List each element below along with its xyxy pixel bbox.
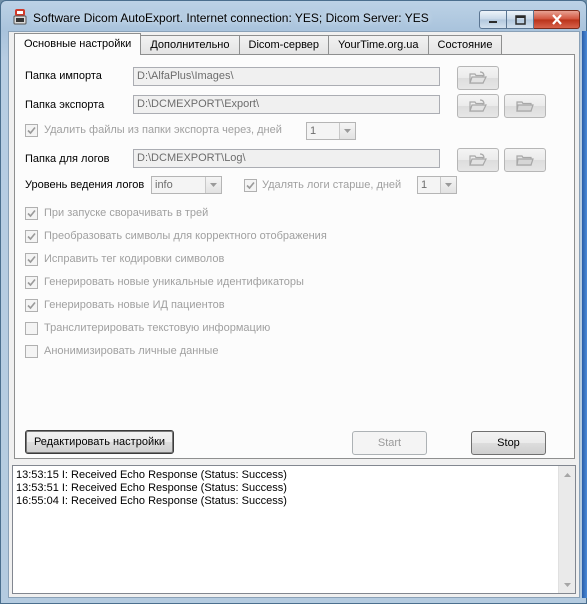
delete-logs-label: Удалять логи старше, дней <box>262 179 402 191</box>
delete-logs-days-select[interactable]: 1 <box>417 176 457 194</box>
check-icon <box>246 181 255 190</box>
import-folder-label: Папка импорта <box>25 70 102 82</box>
title-bar[interactable]: Software Dicom AutoExport. Internet conn… <box>1 1 586 31</box>
log-folder-field[interactable]: D:\DCMEXPORT\Log\ <box>133 149 440 168</box>
folder-icon <box>516 101 534 112</box>
close-button[interactable] <box>534 10 580 29</box>
scroll-up-button[interactable] <box>559 466 575 483</box>
delete-export-days-value: 1 <box>310 125 317 137</box>
log-line: 16:55:04 I: Received Echo Response (Stat… <box>16 495 287 507</box>
export-folder-field[interactable]: D:\DCMEXPORT\Export\ <box>133 95 440 114</box>
stop-button[interactable]: Stop <box>471 431 546 455</box>
delete-export-checkbox[interactable] <box>25 124 38 137</box>
delete-logs-checkbox[interactable] <box>244 179 257 192</box>
close-icon <box>551 14 562 25</box>
chevron-down-icon <box>205 177 221 193</box>
caption-buttons <box>479 10 580 29</box>
folder-open-icon <box>469 71 487 84</box>
window-title: Software Dicom AutoExport. Internet conn… <box>33 11 429 25</box>
option-checkbox[interactable] <box>25 253 38 266</box>
option-label: При запуске сворачивать в трей <box>44 207 209 219</box>
check-icon <box>27 126 36 135</box>
check-icon <box>27 232 36 241</box>
log-open-button[interactable] <box>504 148 546 172</box>
chevron-down-icon <box>440 177 456 193</box>
check-icon <box>27 255 36 264</box>
option-checkbox[interactable] <box>25 345 38 358</box>
log-lines: 13:53:15 I: Received Echo Response (Stat… <box>16 469 287 508</box>
option-label: Исправить тег кодировки символов <box>44 253 225 265</box>
option-checkbox[interactable] <box>25 230 38 243</box>
maximize-button[interactable] <box>507 10 534 29</box>
settings-panel: Папка импорта D:\AlfaPlus\Images\ Папка … <box>14 54 575 459</box>
option-label: Анонимизировать личные данные <box>44 345 219 357</box>
tab-strip: Основные настройки Дополнительно Dicom-с… <box>14 33 503 55</box>
delete-export-label: Удалить файлы из папки экспорта через, д… <box>44 124 282 136</box>
chevron-down-icon <box>339 123 355 139</box>
option-checkbox[interactable] <box>25 299 38 312</box>
check-icon <box>27 278 36 287</box>
log-line: 13:53:51 I: Received Echo Response (Stat… <box>16 482 287 494</box>
option-label: Преобразовать символы для корректного от… <box>44 230 327 242</box>
dicom-app-icon <box>13 9 27 25</box>
delete-logs-days-value: 1 <box>421 179 428 191</box>
main-window: Software Dicom AutoExport. Internet conn… <box>0 0 587 604</box>
minimize-icon <box>489 20 497 23</box>
import-browse-button[interactable] <box>457 66 499 90</box>
tab-yourtime[interactable]: YourTime.org.ua <box>328 35 429 55</box>
log-folder-label: Папка для логов <box>25 153 110 165</box>
client-area: Основные настройки Дополнительно Dicom-с… <box>8 31 580 598</box>
maximize-icon <box>514 14 526 25</box>
check-icon <box>27 209 36 218</box>
chevron-up-icon <box>563 472 571 477</box>
option-label: Генерировать новые ИД пациентов <box>44 299 225 311</box>
log-level-value: info <box>155 179 173 191</box>
log-scrollbar[interactable] <box>558 466 575 593</box>
option-label: Транслитерировать текстовую информацию <box>44 322 271 334</box>
tab-status[interactable]: Состояние <box>427 35 503 55</box>
log-line: 13:53:15 I: Received Echo Response (Stat… <box>16 469 287 481</box>
option-checkbox[interactable] <box>25 276 38 289</box>
minimize-button[interactable] <box>479 10 507 29</box>
export-folder-label: Папка экспорта <box>25 99 105 111</box>
option-checkbox[interactable] <box>25 322 38 335</box>
folder-open-icon <box>469 153 487 166</box>
chevron-down-icon <box>563 582 571 587</box>
tab-dicom-server[interactable]: Dicom-сервер <box>238 35 330 55</box>
log-textarea[interactable]: 13:53:15 I: Received Echo Response (Stat… <box>12 465 576 594</box>
export-browse-button[interactable] <box>457 94 499 118</box>
export-open-button[interactable] <box>504 94 546 118</box>
tab-main-settings[interactable]: Основные настройки <box>14 33 142 55</box>
import-folder-field[interactable]: D:\AlfaPlus\Images\ <box>133 67 440 86</box>
log-level-select[interactable]: info <box>151 176 222 194</box>
option-label: Генерировать новые уникальные идентифика… <box>44 276 304 288</box>
log-browse-button[interactable] <box>457 148 499 172</box>
tab-advanced[interactable]: Дополнительно <box>140 35 240 55</box>
folder-icon <box>516 155 534 166</box>
scroll-down-button[interactable] <box>559 576 575 593</box>
folder-open-icon <box>469 99 487 112</box>
edit-settings-button[interactable]: Редактировать настройки <box>25 430 174 454</box>
check-icon <box>27 301 36 310</box>
log-level-label: Уровень ведения логов <box>25 179 145 191</box>
option-checkbox[interactable] <box>25 207 38 220</box>
start-button[interactable]: Start <box>352 431 427 455</box>
delete-export-days-select[interactable]: 1 <box>306 122 356 140</box>
desktop-background-strip <box>582 31 587 598</box>
